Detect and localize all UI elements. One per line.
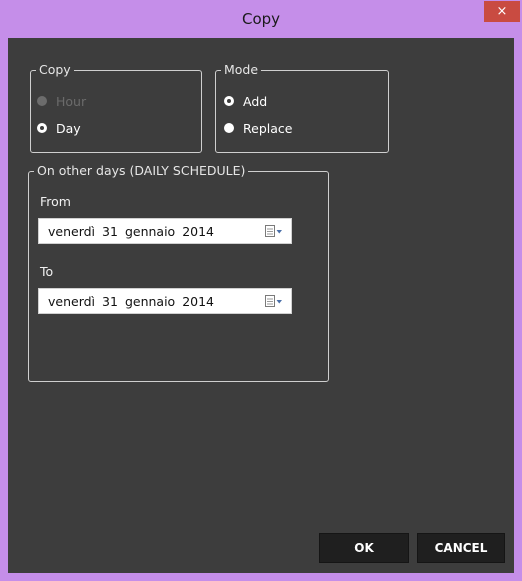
to-label: To: [40, 264, 54, 279]
close-icon: ×: [496, 4, 508, 19]
from-date-picker[interactable]: venerdì 31 gennaio 2014: [38, 218, 292, 244]
radio-replace[interactable]: Replace: [224, 119, 292, 137]
calendar-dropdown-icon[interactable]: [265, 225, 283, 238]
mode-group-legend: Mode: [224, 62, 259, 77]
copy-group-legend: Copy: [39, 62, 71, 77]
to-year: 2014: [182, 293, 215, 309]
close-button[interactable]: ×: [484, 1, 520, 22]
to-weekday: venerdì: [48, 293, 96, 309]
window-title: Copy: [241, 10, 281, 28]
from-day: 31: [102, 223, 118, 239]
days-group-legend: On other days (DAILY SCHEDULE): [37, 163, 246, 178]
days-group: On other days (DAILY SCHEDULE): [28, 164, 329, 382]
calendar-dropdown-icon[interactable]: [265, 295, 283, 308]
radio-day-label: Day: [56, 120, 81, 136]
dialog-body: Copy Hour Day Mode Add Replace On other …: [8, 38, 514, 573]
to-month: gennaio: [124, 293, 176, 309]
radio-add-label: Add: [243, 93, 268, 109]
radio-replace-indicator: [224, 123, 234, 133]
from-label: From: [40, 194, 71, 209]
to-day: 31: [102, 293, 118, 309]
radio-hour[interactable]: Hour: [37, 92, 86, 110]
from-month: gennaio: [124, 223, 176, 239]
cancel-button[interactable]: CANCEL: [417, 533, 505, 563]
to-date-text: venerdì 31 gennaio 2014: [39, 294, 221, 309]
radio-add-indicator: [224, 96, 234, 106]
from-weekday: venerdì: [48, 223, 96, 239]
title-bar[interactable]: Copy ×: [0, 0, 522, 38]
radio-day[interactable]: Day: [37, 119, 81, 137]
radio-hour-indicator: [37, 96, 47, 106]
ok-button[interactable]: OK: [319, 533, 409, 563]
from-date-text: venerdì 31 gennaio 2014: [39, 224, 221, 239]
radio-day-indicator: [37, 123, 47, 133]
from-year: 2014: [182, 223, 215, 239]
to-date-picker[interactable]: venerdì 31 gennaio 2014: [38, 288, 292, 314]
radio-hour-label: Hour: [56, 93, 87, 109]
radio-add[interactable]: Add: [224, 92, 267, 110]
radio-replace-label: Replace: [243, 120, 293, 136]
